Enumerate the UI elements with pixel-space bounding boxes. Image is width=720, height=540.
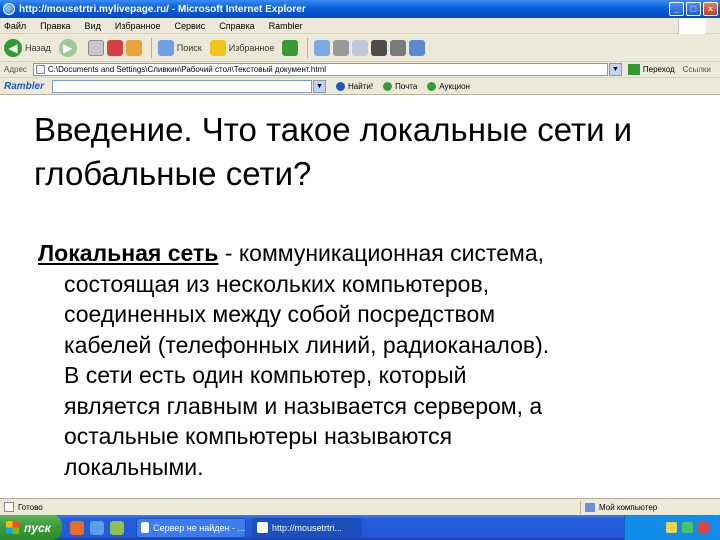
standard-toolbar: ◀ Назад ▶ Поиск Избранное (0, 34, 720, 62)
paragraph-line: остальные компьютеры называются (64, 423, 453, 449)
paragraph-line: соединенных между собой посредством (64, 301, 496, 327)
toolbar-separator (307, 37, 309, 58)
defined-term: Локальная сеть (38, 240, 219, 266)
page-content: Введение. Что такое локальные сети и гло… (0, 96, 720, 498)
page-icon (35, 65, 45, 74)
maximize-button[interactable]: □ (686, 2, 701, 16)
menu-file[interactable]: Файл (4, 21, 26, 31)
ie-icon[interactable] (90, 520, 104, 535)
page-heading: Введение. Что такое локальные сети и гло… (34, 111, 633, 192)
mail-icon[interactable] (314, 39, 331, 56)
system-tray (624, 515, 720, 540)
research-icon[interactable] (390, 39, 407, 56)
mail-icon (383, 81, 393, 91)
address-dropdown-icon[interactable]: ▼ (608, 63, 622, 76)
stop-icon[interactable] (87, 39, 104, 56)
definition-paragraph: Локальная сеть - коммуникационная систем… (38, 238, 678, 482)
first-line-text: - коммуникационная система, (218, 240, 545, 266)
find-label: Найти! (348, 81, 374, 91)
tray-icon[interactable] (682, 522, 693, 533)
go-button[interactable]: Переход (627, 64, 675, 75)
status-bar: Готово Мой компьютер (0, 498, 720, 515)
star-icon (209, 39, 226, 56)
zone-label: Мой компьютер (599, 502, 658, 512)
menu-favorites[interactable]: Избранное (115, 21, 161, 31)
address-label: Адрес (4, 65, 27, 74)
rambler-find-button[interactable]: Найти! (336, 81, 374, 91)
start-label: пуск (24, 520, 51, 535)
taskbar-item-label: Сервер не найден - ... (153, 522, 245, 533)
start-button[interactable]: пуск (0, 515, 62, 540)
auction-label: Аукцион (439, 81, 470, 91)
windows-flag-icon (6, 521, 19, 534)
menu-edit[interactable]: Правка (40, 21, 70, 31)
paragraph-line: кабелей (телефонных линий, радиоканалов)… (64, 331, 550, 358)
window-titlebar: http://mousetrtri.mylivepage.ru/ - Micro… (0, 0, 720, 18)
discuss-icon[interactable] (371, 39, 388, 56)
go-label: Переход (642, 65, 675, 74)
tray-icon[interactable] (666, 522, 677, 533)
go-arrow-icon (627, 64, 640, 75)
tray-icon[interactable] (698, 522, 709, 533)
status-page-icon (4, 502, 14, 512)
rambler-mail-button[interactable]: Почта (383, 81, 418, 91)
links-label[interactable]: Ссылки (683, 65, 711, 74)
firefox-icon[interactable] (70, 520, 84, 535)
address-value: C:\Documents and Settings\Сливкин\Рабочи… (47, 65, 327, 74)
refresh-icon[interactable] (106, 39, 123, 56)
menu-help[interactable]: Справка (219, 21, 254, 31)
favorites-label: Избранное (228, 42, 275, 53)
status-text: Готово (18, 502, 43, 512)
minimize-button[interactable]: _ (669, 2, 684, 16)
ie-logo-icon (3, 3, 15, 15)
ie-page-icon (141, 522, 150, 533)
back-arrow-icon: ◀ (4, 38, 22, 57)
favorites-button[interactable]: Избранное (209, 39, 275, 56)
menu-rambler[interactable]: Rambler (269, 21, 303, 31)
address-bar: Адрес C:\Documents and Settings\Сливкин\… (0, 62, 720, 78)
security-zone: Мой компьютер (580, 500, 720, 514)
desktop-icon[interactable] (110, 520, 124, 535)
home-icon[interactable] (125, 39, 142, 56)
taskbar-item[interactable]: Сервер не найден - ... (136, 517, 246, 538)
address-input[interactable]: C:\Documents and Settings\Сливкин\Рабочи… (32, 63, 608, 76)
print-icon[interactable] (333, 39, 350, 56)
rambler-toolbar: Rambler ▼ Найти! Почта Аукцион (0, 78, 720, 95)
paragraph-line: является главным и называется сервером, … (64, 392, 543, 419)
paragraph-line: состоящая из нескольких компьютеров, (64, 270, 490, 297)
edit-icon[interactable] (352, 39, 369, 56)
paragraph-line: В сети есть один компьютер, который (64, 362, 467, 388)
messenger-icon[interactable] (409, 39, 426, 56)
rambler-dropdown-icon[interactable]: ▼ (313, 79, 327, 93)
menu-bar: Файл Правка Вид Избранное Сервис Справка… (0, 18, 720, 34)
forward-arrow-icon: ▶ (58, 38, 77, 57)
taskbar-item-active[interactable]: http://mousetrtri... (252, 517, 362, 538)
close-button[interactable]: × (703, 2, 718, 16)
taskbar-item-label: http://mousetrtri... (272, 522, 343, 533)
paragraph-line: локальными. (64, 453, 204, 480)
search-label: Поиск (176, 42, 202, 53)
rambler-auction-button[interactable]: Аукцион (427, 81, 470, 91)
my-computer-icon (585, 502, 595, 512)
search-icon (157, 39, 174, 56)
mail-label: Почта (395, 81, 418, 91)
menu-tools[interactable]: Сервис (174, 21, 205, 31)
quick-launch (70, 520, 130, 535)
search-button[interactable]: Поиск (157, 39, 202, 56)
windows-logo-icon (678, 18, 706, 34)
window-title: http://mousetrtri.mylivepage.ru/ - Micro… (19, 3, 306, 15)
paragraph-line: Локальная сеть - коммуникационная систем… (38, 238, 678, 269)
auction-icon (427, 81, 437, 91)
taskbar: пуск Сервер не найден - ... http://mouse… (0, 515, 720, 540)
back-label: Назад (25, 42, 51, 53)
forward-button[interactable]: ▶ (58, 38, 80, 57)
menu-view[interactable]: Вид (85, 21, 101, 31)
rambler-search-input[interactable] (52, 79, 313, 93)
history-icon[interactable] (282, 39, 299, 56)
find-icon (336, 81, 346, 91)
rambler-logo[interactable]: Rambler (4, 81, 44, 92)
ie-page-icon (257, 522, 268, 533)
toolbar-separator (150, 37, 152, 58)
back-button[interactable]: ◀ Назад (4, 38, 51, 57)
